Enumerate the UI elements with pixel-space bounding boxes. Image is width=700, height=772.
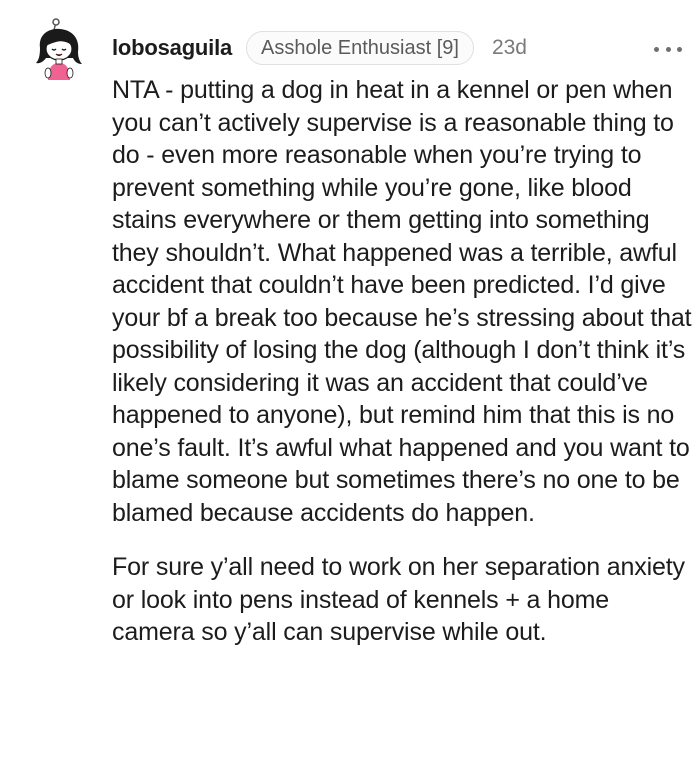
more-dot-icon	[677, 46, 682, 52]
comment-age[interactable]: 23d	[492, 36, 527, 60]
comment-body: NTA - putting a dog in heat in a kennel …	[112, 74, 692, 649]
comment-header: lobosaguila Asshole Enthusiast [9] 23d	[112, 30, 527, 66]
more-dot-icon	[665, 46, 671, 52]
comment-paragraph: For sure y’all need to work on her separ…	[112, 553, 685, 646]
user-avatar[interactable]	[34, 18, 84, 82]
username-link[interactable]: lobosaguila	[112, 35, 232, 61]
comment: lobosaguila Asshole Enthusiast [9] 23d N…	[0, 0, 700, 772]
avatar-icon	[36, 18, 82, 80]
comment-paragraph: NTA - putting a dog in heat in a kennel …	[112, 76, 692, 527]
more-dot-icon	[654, 46, 659, 52]
user-flair: Asshole Enthusiast [9]	[246, 31, 474, 65]
more-options-button[interactable]	[654, 44, 682, 54]
